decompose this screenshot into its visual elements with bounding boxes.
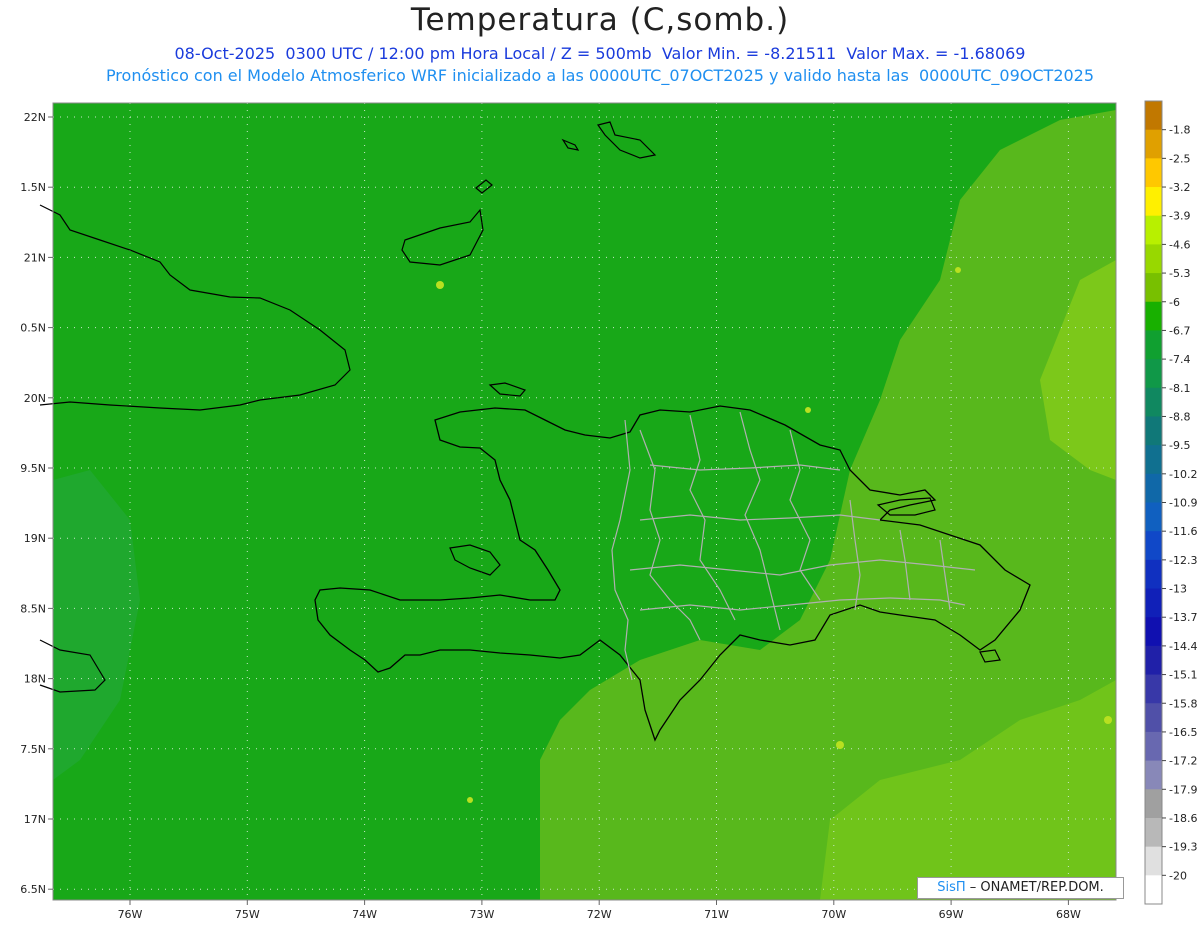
colorbar-swatch (1145, 129, 1162, 159)
lat-label: 1.5N (20, 181, 46, 194)
colorbar-label: -3.9 (1169, 210, 1190, 223)
lat-label: 19N (24, 532, 46, 545)
colorbar-swatch (1145, 301, 1162, 331)
lon-label: 76W (118, 908, 143, 921)
colorbar-swatch (1145, 215, 1162, 245)
colorbar-label: -1.8 (1169, 124, 1190, 137)
lat-label: 8.5N (20, 602, 46, 615)
colorbar-label: -18.6 (1169, 812, 1197, 825)
colorbar-swatch (1145, 674, 1162, 704)
colorbar-swatch (1145, 330, 1162, 360)
colorbar-label: -13 (1169, 583, 1187, 596)
colorbar-swatch (1145, 502, 1162, 532)
lat-label: 9.5N (20, 462, 46, 475)
colorbar-swatch (1145, 588, 1162, 618)
colorbar-label: -2.5 (1169, 152, 1190, 165)
colorbar-swatch (1145, 387, 1162, 417)
colorbar-label: -6.7 (1169, 324, 1190, 337)
lat-label: 21N (24, 251, 46, 264)
colorbar-swatch (1145, 731, 1162, 762)
colorbar-swatch (1145, 158, 1162, 188)
longitude-labels: 76W 75W 74W 73W 72W 71W 70W 69W 68W (118, 900, 1081, 921)
colorbar-label: -3.2 (1169, 181, 1190, 194)
colorbar-label: -16.5 (1169, 726, 1197, 739)
colorbar-label: -15.1 (1169, 669, 1197, 682)
latitude-labels: 22N 1.5N 21N 0.5N 20N 9.5N 19N 8.5N 18N 7.5N 17N 6.… (20, 111, 53, 896)
colorbar-swatch (1145, 101, 1162, 131)
colorbar-swatch (1145, 445, 1162, 475)
lat-label: 17N (24, 813, 46, 826)
lon-label: 74W (352, 908, 377, 921)
colorbar-label: -5.3 (1169, 267, 1190, 280)
colorbar-swatch (1145, 531, 1162, 561)
colorbar-label: -20 (1169, 869, 1187, 882)
colorbar-swatch (1145, 703, 1162, 733)
colorbar-label: -12.3 (1169, 554, 1197, 567)
colorbar-label: -17.9 (1169, 783, 1197, 796)
lon-label: 71W (704, 908, 729, 921)
colorbar-swatch (1145, 875, 1162, 905)
sis-logo-text: SisΠ (937, 880, 966, 895)
credit-box: SisΠ – ONAMET/REP.DOM. (917, 877, 1124, 899)
colorbar-label: -4.6 (1169, 238, 1190, 251)
colorbar-label: -17.2 (1169, 755, 1197, 768)
lat-label: 0.5N (20, 322, 46, 335)
colorbar-label: -13.7 (1169, 611, 1197, 624)
colorbar-swatch (1145, 473, 1162, 503)
lon-label: 70W (821, 908, 846, 921)
colorbar: -1.8 -2.5 -3.2 -3.9 -4.6 -5.3 -6 -6.7 -7.4 -8.1 -8… (1144, 100, 1197, 905)
lat-label: 7.5N (20, 743, 46, 756)
colorbar-swatch (1145, 817, 1162, 848)
colorbar-swatch (1145, 244, 1162, 274)
colorbar-swatch (1145, 273, 1162, 303)
colorbar-label: -7.4 (1169, 353, 1190, 366)
colorbar-label: -10.2 (1169, 468, 1197, 481)
temperature-map: 22N 1.5N 21N 0.5N 20N 9.5N 19N 8.5N 18N 7.5N 17N 6.… (20, 100, 1197, 921)
lat-label: 22N (24, 111, 46, 124)
colorbar-swatch (1145, 559, 1162, 590)
colorbar-label: -9.5 (1169, 439, 1190, 452)
colorbar-swatch (1145, 617, 1162, 647)
lat-label: 20N (24, 392, 46, 405)
colorbar-swatch (1145, 789, 1162, 819)
colorbar-label: -15.8 (1169, 697, 1197, 710)
colorbar-label: -10.9 (1169, 497, 1197, 510)
colorbar-swatch (1145, 645, 1162, 676)
colorbar-label: -6 (1169, 296, 1180, 309)
colorbar-label: -14.4 (1169, 640, 1197, 653)
colorbar-swatch (1145, 416, 1162, 446)
colorbar-label: -19.3 (1169, 841, 1197, 854)
colorbar-swatch (1145, 187, 1162, 217)
colorbar-label: -11.6 (1169, 525, 1197, 538)
lon-label: 69W (939, 908, 964, 921)
colorbar-label: -8.1 (1169, 382, 1190, 395)
lon-label: 72W (587, 908, 612, 921)
lon-label: 73W (469, 908, 494, 921)
lon-label: 75W (235, 908, 260, 921)
credit-org: – ONAMET/REP.DOM. (969, 880, 1104, 895)
colorbar-swatch (1145, 760, 1162, 790)
lon-label: 68W (1056, 908, 1081, 921)
colorbar-label: -8.8 (1169, 410, 1190, 423)
colorbar-swatch (1145, 846, 1162, 876)
lat-label: 18N (24, 673, 46, 686)
colorbar-swatch (1145, 359, 1162, 389)
lat-label: 6.5N (20, 883, 46, 896)
